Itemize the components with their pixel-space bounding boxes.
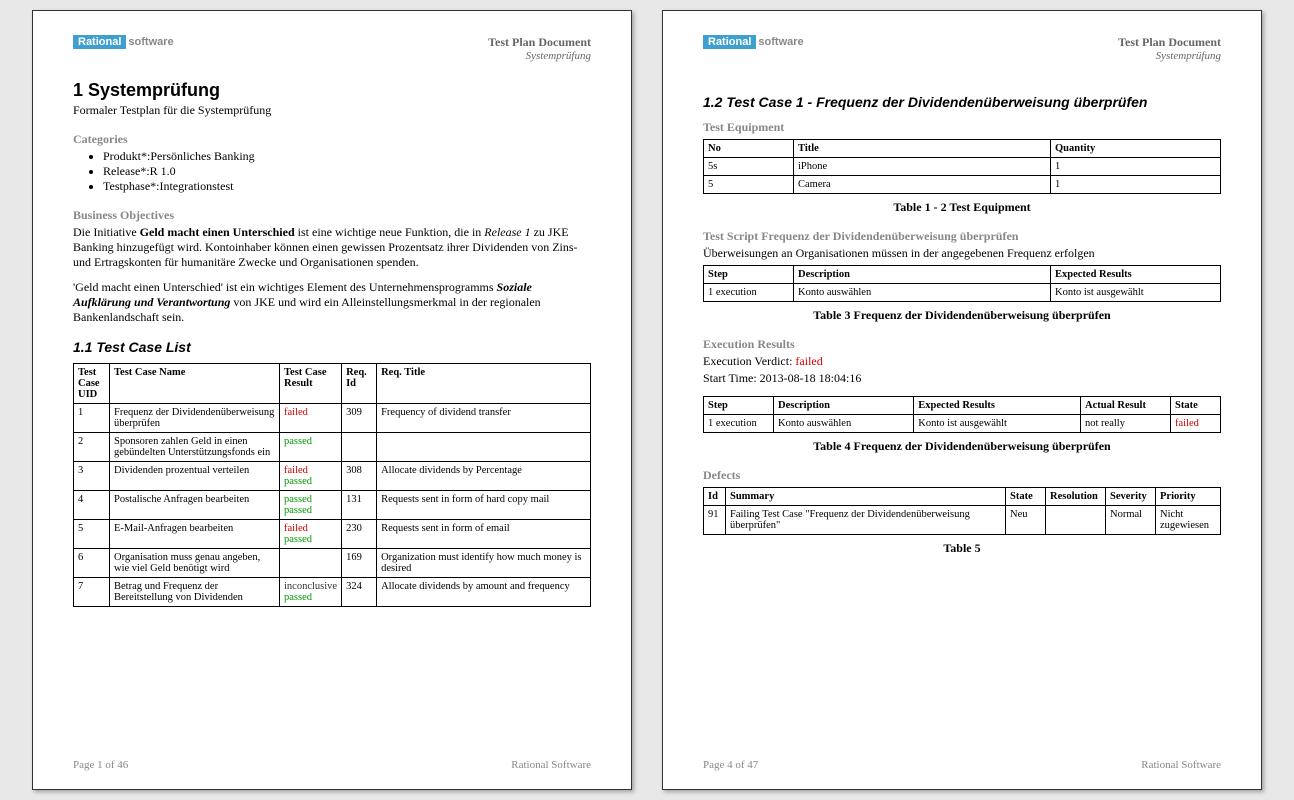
te-caption: Table 1 - 2 Test Equipment [703, 200, 1221, 215]
th-result: Test Case Result [280, 364, 342, 404]
heading-1-1: 1.1 Test Case List [73, 339, 591, 355]
ts-caption: Table 3 Frequenz der Dividendenüberweisu… [703, 308, 1221, 323]
heading-1: 1 Systemprüfung [73, 80, 591, 101]
subtitle: Formaler Testplan für die Systemprüfung [73, 103, 591, 118]
table-row: 2Sponsoren zahlen Geld in einen gebündel… [74, 433, 591, 462]
page1-content: 1 Systemprüfung Formaler Testplan für di… [73, 80, 591, 751]
execution-results-table: Step Description Expected Results Actual… [703, 396, 1221, 433]
table-row: 91Failing Test Case "Frequenz der Divide… [704, 506, 1221, 535]
table-row: 1Frequenz der Dividendenüberweisung über… [74, 404, 591, 433]
table-row: 3Dividenden prozentual verteilenfailedpa… [74, 462, 591, 491]
logo-software: software [758, 36, 803, 48]
business-objectives-title: Business Objectives [73, 208, 591, 223]
table-row: 5E-Mail-Anfragen bearbeitenfailedpassed2… [74, 520, 591, 549]
test-equipment-title: Test Equipment [703, 120, 1221, 135]
categories-title: Categories [73, 132, 591, 147]
footer-company: Rational Software [511, 759, 591, 771]
th-reqid: Req. Id [342, 364, 377, 404]
logo-rational: Rational [73, 35, 126, 49]
page-footer: Page 1 of 46 Rational Software [73, 751, 591, 771]
category-item: Testphase*:Integrationstest [103, 179, 591, 194]
document-page-2: Rational software Test Plan Document Sys… [662, 10, 1262, 790]
doc-subtitle: Systemprüfung [488, 50, 591, 62]
bo-paragraph-1: Die Initiative Geld macht einen Untersch… [73, 225, 591, 270]
document-page-1: Rational software Test Plan Document Sys… [32, 10, 632, 790]
table-row: 7Betrag und Frequenz der Bereitstellung … [74, 578, 591, 607]
page-footer: Page 4 of 47 Rational Software [703, 751, 1221, 771]
table-row: 4Postalische Anfragen bearbeitenpassedpa… [74, 491, 591, 520]
th-uid: Test Case UID [74, 364, 110, 404]
heading-1-2: 1.2 Test Case 1 - Frequenz der Dividende… [703, 94, 1221, 110]
rational-logo: Rational software [73, 35, 174, 49]
footer-company: Rational Software [1141, 759, 1221, 771]
test-script-table: Step Description Expected Results 1 exec… [703, 265, 1221, 302]
er-caption: Table 4 Frequenz der Dividendenüberweisu… [703, 439, 1221, 454]
logo-rational: Rational [703, 35, 756, 49]
test-script-desc: Überweisungen an Organisationen müssen i… [703, 246, 1221, 261]
execution-verdict: Execution Verdict: failed [703, 354, 1221, 369]
execution-results-title: Execution Results [703, 337, 1221, 352]
page2-content: 1.2 Test Case 1 - Frequenz der Dividende… [703, 80, 1221, 751]
footer-page: Page 4 of 47 [703, 759, 758, 771]
doc-title: Test Plan Document [488, 35, 591, 50]
execution-start: Start Time: 2013-08-18 18:04:16 [703, 371, 1221, 386]
defects-table: Id Summary State Resolution Severity Pri… [703, 487, 1221, 535]
table-row: 5siPhone1 [704, 158, 1221, 176]
test-equipment-table: No Title Quantity 5siPhone15Camera1 [703, 139, 1221, 194]
page-header: Rational software Test Plan Document Sys… [73, 35, 591, 62]
category-item: Produkt*:Persönliches Banking [103, 149, 591, 164]
test-script-title: Test Script Frequenz der Dividendenüberw… [703, 229, 1221, 244]
rational-logo: Rational software [703, 35, 804, 49]
test-case-list-table: Test Case UID Test Case Name Test Case R… [73, 363, 591, 607]
category-item: Release*:R 1.0 [103, 164, 591, 179]
categories-list: Produkt*:Persönliches Banking Release*:R… [103, 149, 591, 194]
th-reqtitle: Req. Title [377, 364, 591, 404]
table-row: 6Organisation muss genau angeben, wie vi… [74, 549, 591, 578]
logo-software: software [128, 36, 173, 48]
doc-title: Test Plan Document [1118, 35, 1221, 50]
header-right: Test Plan Document Systemprüfung [1118, 35, 1221, 62]
footer-page: Page 1 of 46 [73, 759, 128, 771]
table-row: 1 executionKonto auswählenKonto ist ausg… [704, 415, 1221, 433]
doc-subtitle: Systemprüfung [1118, 50, 1221, 62]
defects-title: Defects [703, 468, 1221, 483]
header-right: Test Plan Document Systemprüfung [488, 35, 591, 62]
page-header: Rational software Test Plan Document Sys… [703, 35, 1221, 62]
th-name: Test Case Name [110, 364, 280, 404]
table-row: 5Camera1 [704, 176, 1221, 194]
bo-paragraph-2: 'Geld macht einen Unterschied' ist ein w… [73, 280, 591, 325]
def-caption: Table 5 [703, 541, 1221, 556]
table-row: 1 executionKonto auswählenKonto ist ausg… [704, 284, 1221, 302]
